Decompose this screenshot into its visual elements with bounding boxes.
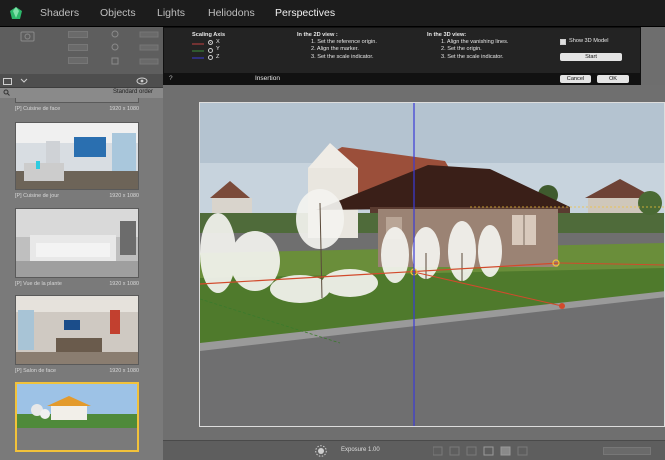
- view2d-step: 2. Align the marker.: [311, 46, 359, 53]
- list-item-thumbnail[interactable]: [15, 208, 139, 278]
- item-name: [P] Cuisine de face: [15, 106, 61, 112]
- view-tool-icons[interactable]: [433, 446, 533, 456]
- eye-icon[interactable]: [136, 77, 148, 85]
- axis-y-label: Y: [216, 46, 220, 53]
- item-size: 1920 x 1080: [109, 193, 139, 199]
- view2d-step: 3. Set the scale indicator.: [311, 53, 374, 60]
- axis-x-label: X: [216, 39, 220, 46]
- list-item[interactable]: [P] Cuisine de face 1920 x 1080: [15, 106, 139, 112]
- view2d-instructions: In the 2D view : 1. Set the reference or…: [297, 32, 377, 61]
- view2d-step: 1. Set the reference origin.: [311, 39, 377, 46]
- list-toolbar: [0, 74, 163, 88]
- show-3d-model-checkbox[interactable]: Show 3D Model: [560, 38, 609, 45]
- add-view-icon[interactable]: [3, 77, 13, 85]
- tab-perspectives[interactable]: Perspectives: [275, 0, 360, 27]
- view3d-instructions: In the 3D view: 1. Align the vanishing l…: [427, 32, 508, 61]
- view3d-step: 2. Set the origin.: [441, 46, 482, 53]
- lighting-controls: [111, 30, 159, 65]
- focus-field[interactable]: [68, 44, 88, 51]
- camera-icon: [20, 31, 35, 42]
- show-3d-model-label: Show 3D Model: [569, 38, 609, 44]
- item-size: 1920 x 1080: [109, 368, 139, 374]
- view3d-title: In the 3D view:: [427, 32, 467, 38]
- checkbox-checked-icon: [560, 38, 566, 45]
- tab-heliodons[interactable]: Heliodons: [208, 0, 275, 27]
- app-window: Shaders Objects Lights Heliodons Perspec…: [0, 0, 665, 460]
- item-size: 1920 x 1080: [109, 281, 139, 287]
- app-logo-icon: [10, 7, 22, 19]
- item-name: [P] Vue de la plante: [15, 281, 62, 287]
- living-room-thumbnail-image: [16, 209, 138, 277]
- cancel-button[interactable]: Cancel: [560, 75, 591, 83]
- salon-thumbnail-image: [16, 296, 138, 364]
- radio-icon: [208, 47, 213, 53]
- camera-field[interactable]: [68, 31, 88, 38]
- axis-color-lines: [192, 43, 204, 59]
- list-item[interactable]: [P] Vue de la plante 1920 x 1080: [15, 281, 139, 287]
- tab-lights[interactable]: Lights: [157, 0, 208, 27]
- house-thumbnail-image: [17, 384, 137, 450]
- tab-objects[interactable]: Objects: [100, 0, 157, 27]
- view2d-title: In the 2D view :: [297, 32, 338, 38]
- search-icon[interactable]: [3, 89, 10, 96]
- view3d-step: 1. Align the vanishing lines.: [441, 39, 509, 46]
- axis-z-radio[interactable]: Z: [208, 54, 225, 61]
- kitchen-thumbnail-image: [16, 123, 138, 189]
- perspective-list: [P] Cuisine de face 1920 x 1080 [P] Cuis…: [0, 98, 163, 460]
- radio-icon: [208, 54, 213, 60]
- zoom-slider[interactable]: [603, 447, 651, 455]
- list-item-thumbnail[interactable]: [15, 122, 139, 190]
- camera-controls-panel: [0, 27, 163, 74]
- axis-x-radio[interactable]: X: [208, 39, 225, 46]
- dialog-footer: ? Insertion Cancel OK: [163, 73, 641, 85]
- sort-order-select[interactable]: Standard order: [113, 89, 153, 95]
- help-button[interactable]: ?: [169, 75, 173, 82]
- exposure-select[interactable]: Exposure 1.00: [341, 447, 380, 453]
- item-name: [P] Salon de face: [15, 368, 57, 374]
- list-item-thumbnail[interactable]: [15, 98, 139, 103]
- axis-y-radio[interactable]: Y: [208, 46, 225, 53]
- sun-icon[interactable]: [315, 445, 327, 457]
- viewport-statusbar: Exposure 1.00: [163, 440, 665, 460]
- chevron-down-icon[interactable]: [20, 78, 28, 84]
- radio-selected-icon: [208, 40, 213, 46]
- list-item[interactable]: [P] Salon de face 1920 x 1080: [15, 368, 139, 374]
- scene-photo-composite: [200, 103, 664, 426]
- scaling-axis-title: Scaling Axis: [192, 32, 226, 38]
- item-name: [P] Cuisine de jour: [15, 193, 60, 199]
- scaling-axis-group: Scaling Axis X Y Z: [192, 32, 225, 61]
- view-field[interactable]: [68, 57, 88, 64]
- item-size: 1920 x 1080: [109, 106, 139, 112]
- list-item[interactable]: [P] Cuisine de jour 1920 x 1080: [15, 193, 139, 199]
- show3d-group: Show 3D Model: [560, 38, 609, 45]
- start-button[interactable]: Start: [560, 53, 622, 61]
- dialog-title: Insertion: [255, 75, 280, 82]
- sort-bar: Standard order: [0, 88, 163, 98]
- ok-button[interactable]: OK: [597, 75, 629, 83]
- perspective-viewport[interactable]: [199, 102, 665, 427]
- axis-z-label: Z: [216, 53, 220, 60]
- view3d-step: 3. Set the scale indicator.: [441, 53, 504, 60]
- list-item-thumbnail-selected[interactable]: [15, 382, 139, 452]
- list-item-thumbnail[interactable]: [15, 295, 139, 365]
- list-scrollbar[interactable]: [148, 98, 162, 460]
- top-menu-bar: Shaders Objects Lights Heliodons Perspec…: [0, 0, 665, 27]
- tab-shaders[interactable]: Shaders: [40, 0, 100, 27]
